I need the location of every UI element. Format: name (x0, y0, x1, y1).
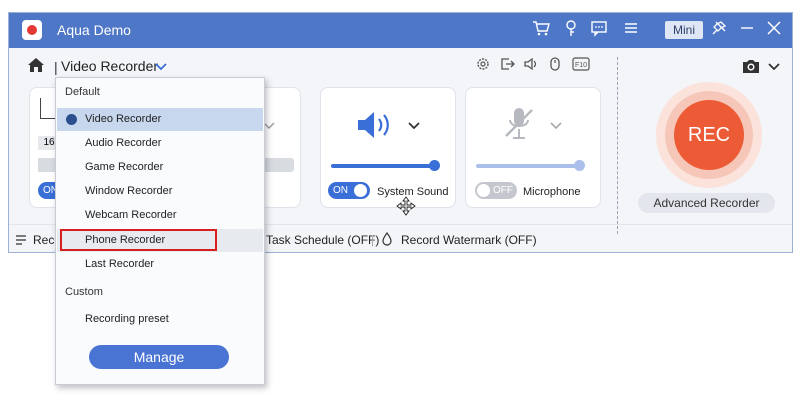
menu-item-game-recorder[interactable]: Game Recorder (57, 156, 263, 179)
manage-button[interactable]: Manage (89, 345, 229, 369)
divider (617, 57, 618, 234)
title-bar: Aqua Demo Mini (9, 13, 792, 48)
move-cursor-icon (394, 196, 418, 216)
record-list-icon[interactable] (15, 233, 27, 245)
app-logo-icon (22, 20, 42, 40)
menu-item-video-recorder[interactable]: Video Recorder (57, 108, 263, 131)
menu-item-label: Window Recorder (85, 185, 173, 197)
section-custom-label: Custom (65, 286, 103, 298)
menu-item-window-recorder[interactable]: Window Recorder (57, 180, 263, 203)
watermark-icon[interactable] (380, 231, 394, 246)
highlight-box (60, 229, 217, 251)
breadcrumb-separator: | (54, 59, 58, 75)
system-volume-knob[interactable] (429, 160, 440, 171)
menu-item-label: Last Recorder (85, 258, 155, 270)
microphone-muted-icon (500, 106, 540, 142)
svg-text:F10: F10 (575, 62, 587, 69)
system-sound-toggle-label: ON (333, 185, 348, 196)
minimize-icon[interactable] (737, 19, 757, 41)
region-field[interactable] (262, 158, 294, 172)
advanced-recorder-button[interactable]: Advanced Recorder (638, 193, 775, 213)
toggle-knob (477, 184, 490, 197)
cart-icon[interactable] (531, 19, 551, 41)
system-sound-toggle[interactable]: ON (328, 182, 370, 199)
menu-item-label: Webcam Recorder (85, 209, 177, 221)
menu-item-recording-preset[interactable]: Recording preset (57, 308, 263, 331)
rec-button[interactable]: REC (674, 100, 744, 170)
menu-item-webcam-recorder[interactable]: Webcam Recorder (57, 204, 263, 227)
microphone-toggle[interactable]: OFF (475, 182, 517, 199)
microphone-toggle-label: OFF (493, 185, 513, 196)
hotkey-icon[interactable]: F10 (572, 56, 590, 74)
menu-item-last-recorder[interactable]: Last Recorder (57, 253, 263, 276)
menu-icon[interactable] (621, 19, 641, 41)
record-watermark-link[interactable]: Record Watermark (OFF) (401, 233, 537, 247)
menu-item-label: Video Recorder (85, 113, 162, 125)
microphone-chevron-icon[interactable] (549, 118, 565, 132)
speaker-icon[interactable] (522, 56, 540, 74)
selected-radio-icon (66, 114, 77, 125)
microphone-panel: OFF Microphone (465, 87, 601, 208)
menu-item-label: Game Recorder (85, 161, 164, 173)
toggle-knob (354, 184, 367, 197)
speaker-volume-icon (356, 110, 396, 140)
microphone-label: Microphone (523, 186, 581, 198)
mini-button[interactable]: Mini (665, 21, 703, 39)
home-icon[interactable] (27, 56, 45, 74)
camera-chevron-down-icon[interactable] (766, 58, 782, 74)
status-separator: | (371, 233, 375, 247)
menu-item-label: Audio Recorder (85, 137, 162, 149)
chevron-down-icon[interactable] (152, 57, 170, 75)
settings-icon[interactable] (474, 56, 492, 74)
rec-halo: REC (656, 82, 762, 188)
export-icon[interactable] (498, 56, 516, 74)
camera-icon[interactable] (741, 57, 761, 75)
breadcrumb[interactable]: Video Recorder (61, 58, 158, 74)
recorder-dropdown-menu: Default Video Recorder Audio Recorder Ga… (55, 77, 265, 385)
feedback-icon[interactable] (589, 19, 609, 41)
pin-icon[interactable] (709, 19, 729, 41)
microphone-volume-slider[interactable] (476, 164, 580, 168)
menu-item-label: Recording preset (85, 313, 169, 325)
menu-item-audio-recorder[interactable]: Audio Recorder (57, 132, 263, 155)
system-volume-slider[interactable] (331, 164, 435, 168)
mouse-icon[interactable] (546, 56, 564, 74)
app-title: Aqua Demo (57, 22, 131, 38)
sound-chevron-icon[interactable] (407, 118, 423, 132)
close-icon[interactable] (764, 19, 784, 41)
section-default-label: Default (65, 86, 100, 98)
task-schedule-link[interactable]: Task Schedule (OFF) (266, 233, 379, 247)
system-sound-panel: ON System Sound (320, 87, 456, 216)
microphone-volume-knob[interactable] (574, 160, 585, 171)
key-icon[interactable] (561, 19, 581, 41)
